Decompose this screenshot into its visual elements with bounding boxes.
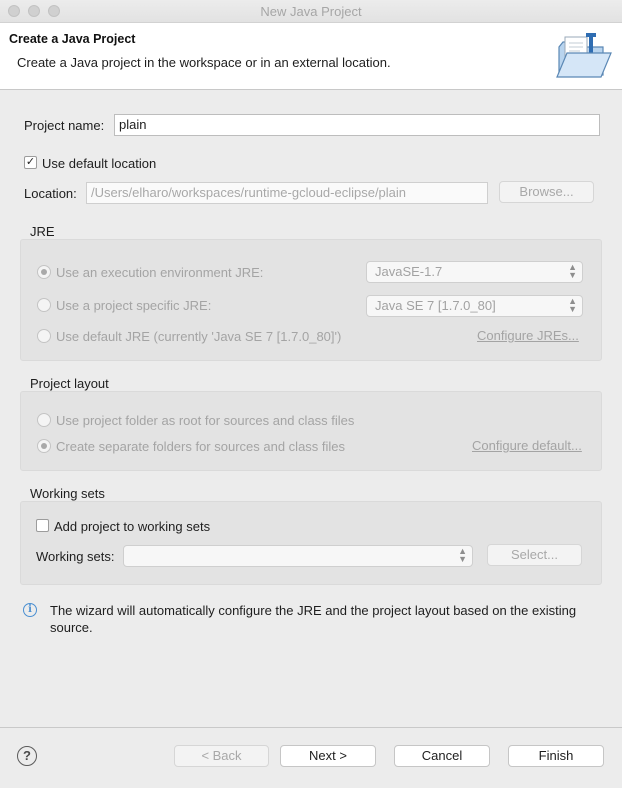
project-layout-group-title: Project layout bbox=[30, 376, 109, 391]
window-title-bar: New Java Project bbox=[0, 0, 622, 23]
project-jre-value: Java SE 7 [1.7.0_80] bbox=[375, 298, 496, 313]
add-to-working-sets-checkbox[interactable] bbox=[36, 519, 49, 532]
configure-default-link[interactable]: Configure default... bbox=[472, 438, 582, 453]
execution-env-jre-radio[interactable] bbox=[37, 265, 51, 279]
separate-folders-radio[interactable] bbox=[37, 439, 51, 453]
next-button[interactable]: Next > bbox=[280, 745, 376, 767]
working-sets-group bbox=[20, 501, 602, 585]
working-sets-group-title: Working sets bbox=[30, 486, 105, 501]
location-input[interactable]: /Users/elharo/workspaces/runtime-gcloud-… bbox=[86, 182, 488, 204]
default-jre-label: Use default JRE (currently 'Java SE 7 [1… bbox=[56, 329, 342, 344]
help-icon[interactable]: ? bbox=[17, 746, 37, 766]
cancel-button[interactable]: Cancel bbox=[394, 745, 490, 767]
banner-title: Create a Java Project bbox=[9, 32, 136, 46]
use-default-location-checkbox[interactable]: ✓ bbox=[24, 156, 37, 169]
execution-env-value: JavaSE-1.7 bbox=[375, 264, 443, 279]
banner-description: Create a Java project in the workspace o… bbox=[17, 55, 391, 70]
info-message: The wizard will automatically configure … bbox=[50, 603, 577, 635]
execution-env-jre-label: Use an execution environment JRE: bbox=[56, 265, 264, 280]
info-icon: i bbox=[23, 603, 37, 617]
browse-button[interactable]: Browse... bbox=[499, 181, 594, 203]
select-working-sets-button[interactable]: Select... bbox=[487, 544, 582, 566]
configure-jres-link[interactable]: Configure JREs... bbox=[477, 328, 579, 343]
project-folder-root-label: Use project folder as root for sources a… bbox=[56, 413, 355, 428]
back-button[interactable]: < Back bbox=[174, 745, 269, 767]
project-name-input[interactable]: plain bbox=[114, 114, 600, 136]
location-label: Location: bbox=[24, 186, 77, 201]
add-to-working-sets-label: Add project to working sets bbox=[54, 519, 211, 534]
java-project-folder-icon bbox=[556, 33, 612, 78]
project-specific-jre-label: Use a project specific JRE: bbox=[56, 298, 212, 313]
use-default-location-label: Use default location bbox=[42, 156, 157, 171]
execution-env-select[interactable]: JavaSE-1.7 ▲ ▼ bbox=[366, 261, 583, 283]
finish-button[interactable]: Finish bbox=[508, 745, 604, 767]
working-sets-label: Working sets: bbox=[36, 549, 115, 564]
jre-group-title: JRE bbox=[30, 224, 55, 239]
updown-chevron-icon: ▲ ▼ bbox=[458, 546, 467, 564]
default-jre-radio[interactable] bbox=[37, 329, 51, 343]
wizard-banner: Create a Java Project Create a Java proj… bbox=[0, 23, 622, 90]
updown-chevron-icon: ▲ ▼ bbox=[568, 262, 577, 280]
project-specific-jre-radio[interactable] bbox=[37, 298, 51, 312]
project-folder-root-radio[interactable] bbox=[37, 413, 51, 427]
working-sets-select[interactable]: ▲ ▼ bbox=[123, 545, 473, 567]
project-layout-group bbox=[20, 391, 602, 471]
window-title: New Java Project bbox=[260, 4, 362, 19]
footer-separator bbox=[0, 727, 622, 728]
project-jre-select[interactable]: Java SE 7 [1.7.0_80] ▲ ▼ bbox=[366, 295, 583, 317]
separate-folders-label: Create separate folders for sources and … bbox=[56, 439, 346, 454]
project-name-label: Project name: bbox=[24, 118, 105, 133]
updown-chevron-icon: ▲ ▼ bbox=[568, 296, 577, 314]
